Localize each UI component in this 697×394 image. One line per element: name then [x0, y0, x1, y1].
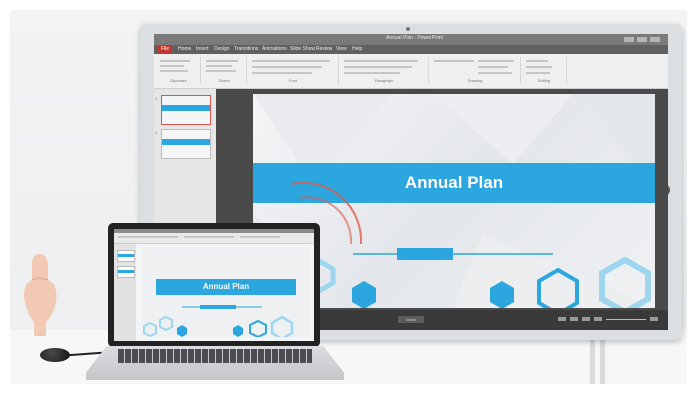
slide-thumbnail[interactable] [117, 250, 135, 262]
tab-slide-show[interactable]: Slide Show [290, 46, 315, 53]
ribbon-tabs: File Home Insert Design Transitions Anim… [154, 45, 668, 54]
tab-help[interactable]: Help [352, 46, 362, 53]
notes-button[interactable]: Notes [398, 316, 424, 323]
status-controls [558, 317, 658, 321]
reading-view-icon[interactable] [582, 317, 590, 321]
minimize-icon[interactable] [624, 37, 634, 42]
laptop-slide-graphics [143, 305, 294, 337]
ribbon-group-drawing: Drawing [430, 57, 521, 84]
tab-design[interactable]: Design [214, 46, 230, 53]
laptop-ribbon [114, 229, 314, 244]
slideshow-icon[interactable] [594, 317, 602, 321]
ribbon-group-slides: Slides [202, 57, 247, 84]
tab-insert[interactable]: Insert [196, 46, 209, 53]
window-titlebar: Annual Plan - PowerPoint [154, 34, 668, 45]
hexagon-solid [352, 281, 376, 308]
wireless-dongle-button[interactable] [40, 348, 70, 362]
tab-transitions[interactable]: Transitions [234, 46, 258, 53]
stand-leg [590, 340, 595, 384]
maximize-icon[interactable] [637, 37, 647, 42]
hexagon-outline [537, 267, 579, 308]
stand-leg [600, 340, 605, 384]
window-controls [624, 37, 660, 42]
hexagon-outline [599, 256, 651, 308]
tab-file[interactable]: File [158, 46, 173, 53]
slide-thumbnail[interactable]: 2 [155, 129, 211, 159]
tab-review[interactable]: Review [316, 46, 332, 53]
zoom-slider[interactable] [606, 318, 646, 320]
laptop-screen: Annual Plan [114, 229, 314, 341]
normal-view-icon[interactable] [558, 317, 566, 321]
slide-thumbnail[interactable]: 1 [155, 95, 211, 125]
ribbon-group-paragraph: Paragraph [340, 57, 429, 84]
laptop-lid: Annual Plan [108, 223, 320, 347]
ribbon-group-editing: Editing [522, 57, 567, 84]
window-title: Annual Plan - PowerPoint [386, 35, 443, 41]
slide-thumbnail[interactable] [117, 266, 135, 278]
hexagon-solid [490, 281, 514, 308]
ribbon-group-font: Font [248, 57, 339, 84]
ribbon: Clipboard Slides Font Paragraph Drawing … [154, 54, 668, 89]
laptop-keyboard [118, 349, 312, 363]
slide-sorter-icon[interactable] [570, 317, 578, 321]
fit-slide-icon[interactable] [650, 317, 658, 321]
laptop-slide-thumbnails [114, 244, 136, 341]
tab-view[interactable]: View [336, 46, 347, 53]
timeline-bar [397, 248, 453, 260]
close-icon[interactable] [650, 37, 660, 42]
camera-icon [406, 27, 410, 31]
ribbon-group-clipboard: Clipboard [156, 57, 201, 84]
hand-icon [24, 254, 57, 336]
tab-animations[interactable]: Animations [262, 46, 287, 53]
laptop-slide-canvas[interactable]: Annual Plan [142, 247, 310, 337]
tab-home[interactable]: Home [178, 46, 191, 53]
